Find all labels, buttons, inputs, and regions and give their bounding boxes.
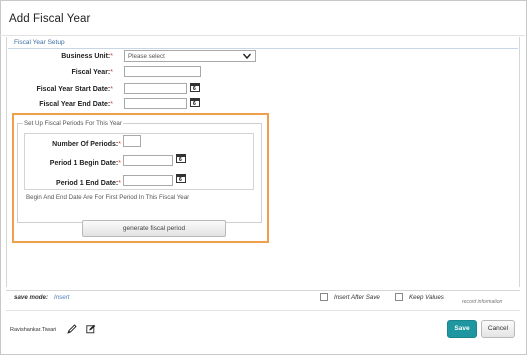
footer-bottom-divider xyxy=(6,310,520,311)
section-header-bar xyxy=(8,39,518,49)
edit-note-icon[interactable] xyxy=(86,324,96,334)
insert-after-save-checkbox[interactable] xyxy=(320,293,328,301)
calendar-icon[interactable]: 6 xyxy=(190,83,200,92)
insert-after-save-label: Insert After Save xyxy=(334,294,380,301)
fiscal-year-input[interactable] xyxy=(124,66,201,77)
period-1-end-date-label: Period 1 End Date:* xyxy=(56,180,121,187)
calendar-icon[interactable]: 6 xyxy=(176,154,186,163)
fiscal-year-end-date-input[interactable] xyxy=(124,98,187,109)
keep-values-checkbox[interactable] xyxy=(395,293,403,301)
business-unit-selected: Please select xyxy=(128,53,165,60)
save-button[interactable]: Save xyxy=(447,320,477,338)
periods-hint-text: Begin And End Date Are For First Period … xyxy=(26,194,190,201)
title-divider xyxy=(0,35,525,36)
fiscal-year-end-date-label: Fiscal Year End Date:* xyxy=(39,101,113,108)
number-of-periods-label: Number Of Periods:* xyxy=(52,141,121,148)
save-mode-value: Insert xyxy=(54,294,70,301)
footer-divider xyxy=(6,290,520,291)
chevron-down-icon xyxy=(243,53,251,60)
number-of-periods-input[interactable] xyxy=(123,135,141,147)
period-1-end-date-input[interactable] xyxy=(123,175,173,186)
record-information-link[interactable]: record information xyxy=(462,299,502,305)
calendar-icon[interactable]: 6 xyxy=(176,174,186,183)
save-mode-label: save mode: xyxy=(14,294,49,301)
business-unit-label: Business Unit:* xyxy=(61,53,113,60)
calendar-icon[interactable]: 6 xyxy=(190,98,200,107)
user-name: Ravishankar.Tiwari xyxy=(10,327,57,333)
section-title: Fiscal Year Setup xyxy=(14,39,65,46)
keep-values-label: Keep Values xyxy=(409,294,444,301)
fiscal-periods-legend: Set Up Fiscal Periods For This Year xyxy=(23,120,123,127)
dialog-title: Add Fiscal Year xyxy=(9,13,91,25)
period-1-begin-date-label: Period 1 Begin Date:* xyxy=(49,160,121,167)
cancel-button[interactable]: Cancel xyxy=(481,320,515,338)
fiscal-year-label: Fiscal Year:* xyxy=(71,69,113,76)
generate-fiscal-period-button[interactable]: generate fiscal period xyxy=(82,220,226,237)
fiscal-year-start-date-input[interactable] xyxy=(124,83,187,94)
period-1-begin-date-input[interactable] xyxy=(123,155,173,166)
fiscal-year-start-date-label: Fiscal Year Start Date:* xyxy=(36,86,113,93)
edit-pen-icon[interactable] xyxy=(67,324,77,334)
business-unit-select[interactable]: Please select xyxy=(124,50,256,62)
